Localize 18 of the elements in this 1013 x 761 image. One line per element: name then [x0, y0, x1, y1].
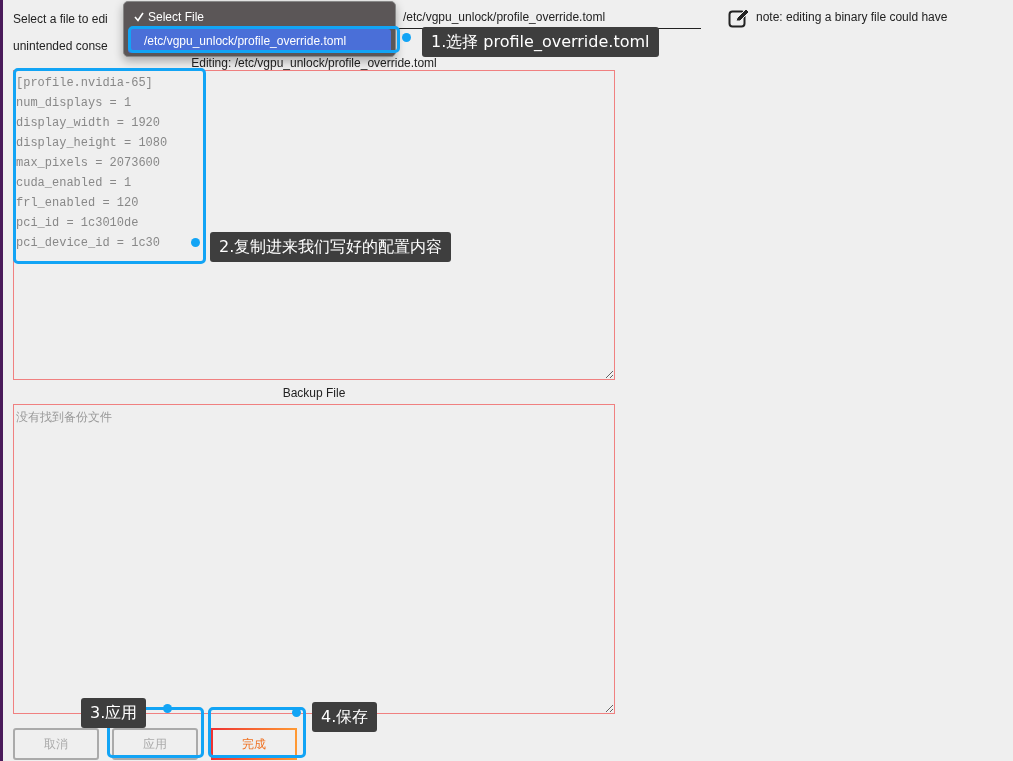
- menu-item[interactable]: Select File: [128, 5, 391, 29]
- callout-label: 3.应用: [81, 698, 147, 728]
- backup-title: Backup File: [281, 385, 347, 402]
- callout-label: 1.选择 profile_override.toml: [422, 27, 659, 57]
- editor-title: Editing: /etc/vgpu_unlock/profile_override.toml: [190, 56, 438, 70]
- done-button[interactable]: 完成: [211, 728, 297, 760]
- menu-item[interactable]: /etc/vgpu_unlock/profile_override.toml: [128, 29, 391, 53]
- callout-label: 4.保存: [312, 702, 378, 732]
- marker-dot: [292, 708, 301, 717]
- note-text: note: editing a binary file could have: [756, 9, 948, 26]
- checkmark-icon: [134, 12, 144, 22]
- prompt-text: Select a file to edi: [13, 10, 109, 28]
- warning-text: unintended conse: [13, 39, 108, 53]
- file-select-field[interactable]: /etc/vgpu_unlock/profile_override.toml: [395, 8, 701, 29]
- callout-label: 2.复制进来我们写好的配置内容: [210, 232, 452, 262]
- marker-dot: [191, 238, 200, 247]
- edit-icon: [728, 8, 750, 28]
- marker-dot: [402, 33, 411, 42]
